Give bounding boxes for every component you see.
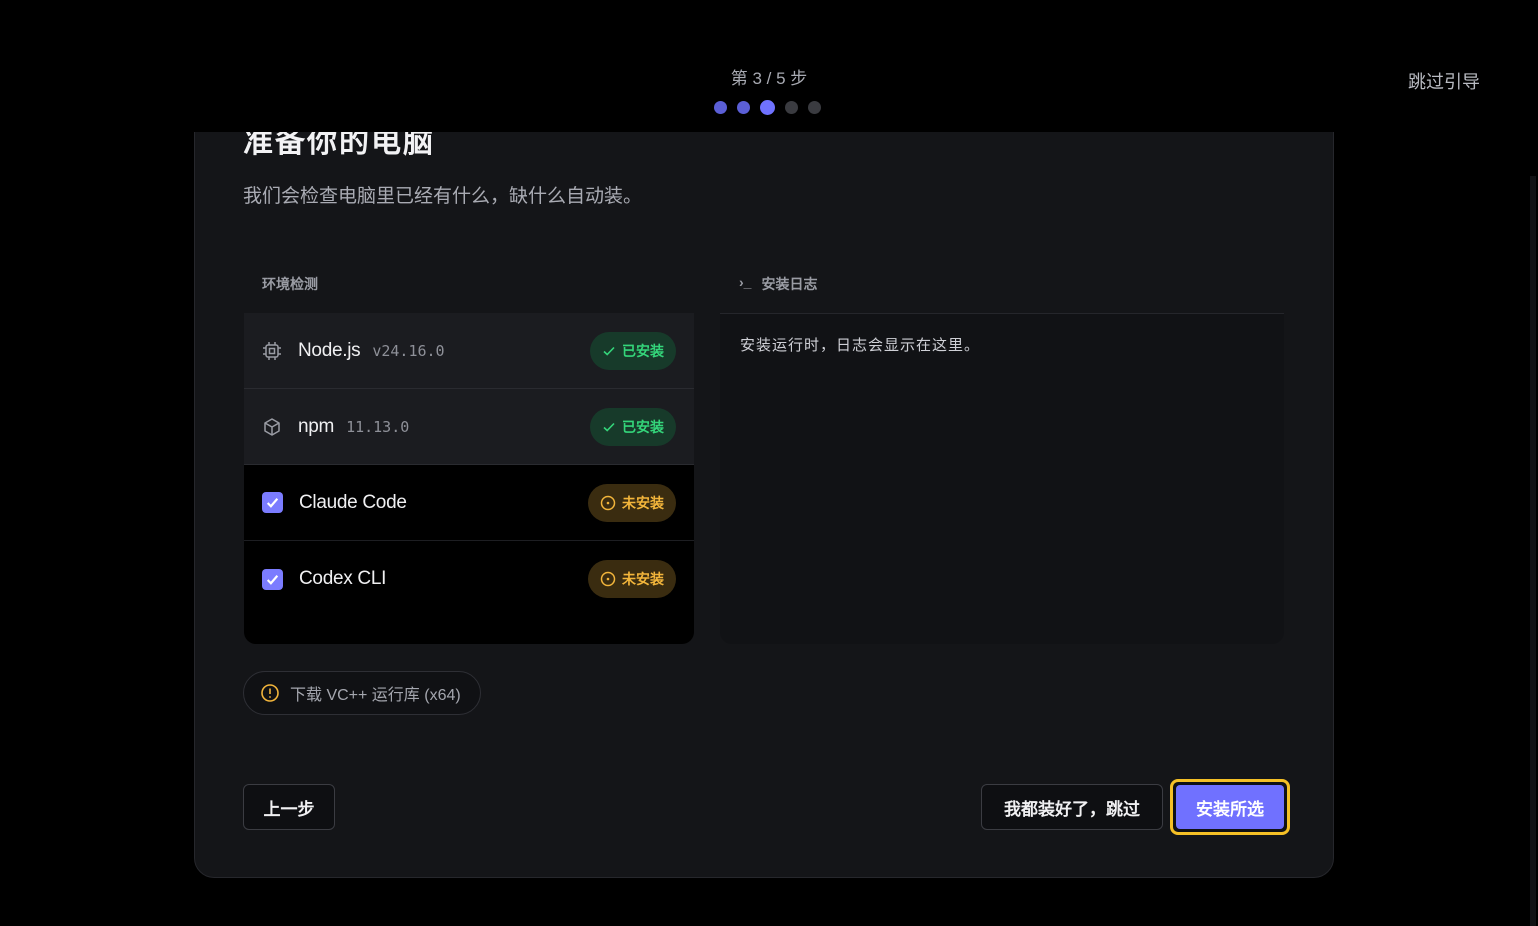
skip-guide-link[interactable]: 跳过引导 — [1408, 68, 1480, 94]
step-dot-3 — [760, 100, 775, 115]
warning-circle-icon — [261, 684, 279, 702]
env-row-nodejs: Node.js v24.16.0 已安装 — [244, 313, 694, 389]
env-version: 11.13.0 — [346, 417, 410, 436]
log-placeholder: 安装运行时，日志会显示在这里。 — [740, 337, 981, 354]
env-row-claude-code[interactable]: Claude Code 未安装 — [244, 465, 694, 541]
header: 第 3 / 5 步 跳过引导 — [0, 0, 1538, 132]
clock-dot-icon — [600, 571, 616, 587]
step-dot-1 — [714, 101, 727, 114]
chip-icon — [262, 341, 282, 361]
scrollbar[interactable] — [1530, 176, 1536, 926]
claude-code-checkbox[interactable] — [262, 492, 283, 513]
vc-label: 下载 VC++ 运行库 (x64) — [290, 687, 461, 704]
check-icon — [603, 422, 615, 432]
status-badge: 已安装 — [590, 408, 676, 446]
env-name: Claude Code — [299, 491, 407, 513]
skip-installed-button[interactable]: 我都装好了，跳过 — [981, 784, 1163, 830]
checkmark-icon — [266, 498, 279, 508]
env-row-codex-cli[interactable]: Codex CLI 未安装 — [244, 541, 694, 617]
prev-step-button[interactable]: 上一步 — [243, 784, 335, 830]
env-name: Node.js — [298, 339, 361, 361]
status-badge: 已安装 — [590, 332, 676, 370]
checkmark-icon — [266, 574, 279, 585]
env-name: npm — [298, 415, 335, 437]
status-text: 未安装 — [622, 495, 664, 511]
check-icon — [603, 346, 615, 356]
onboarding-page: 准备你的电脑 我们会检查电脑里已经有什么，缺什么自动装。 第 3 / 5 步 跳… — [0, 0, 1538, 926]
status-badge: 未安装 — [588, 484, 676, 522]
step-dot-4 — [785, 101, 798, 114]
step-dot-5 — [808, 101, 821, 114]
install-selected-button[interactable]: 安装所选 — [1170, 779, 1290, 835]
card-subtitle: 我们会检查电脑里已经有什么，缺什么自动装。 — [243, 186, 643, 207]
env-name: Codex CLI — [299, 568, 387, 589]
env-section-label: 环境检测 — [262, 276, 318, 292]
env-version: v24.16.0 — [372, 341, 445, 360]
terminal-icon: ›_ — [739, 274, 752, 290]
log-label-text: 安装日志 — [761, 276, 818, 292]
log-section-label: ›_ 安装日志 — [739, 274, 817, 294]
env-list: Node.js v24.16.0 已安装 npm 11.13.0 已安装 Cla… — [244, 313, 694, 644]
step-dots — [714, 100, 821, 115]
status-text: 已安装 — [622, 419, 664, 435]
download-vc-runtime-button[interactable]: 下载 VC++ 运行库 (x64) — [243, 671, 481, 715]
log-panel: 安装运行时，日志会显示在这里。 — [720, 314, 1284, 644]
status-text: 已安装 — [622, 343, 664, 359]
step-indicator-text: 第 3 / 5 步 — [730, 69, 808, 88]
install-selected-label: 安装所选 — [1176, 785, 1284, 829]
package-icon — [262, 417, 282, 437]
status-text: 未安装 — [622, 571, 664, 587]
env-row-npm: npm 11.13.0 已安装 — [244, 389, 694, 465]
status-badge: 未安装 — [588, 560, 676, 598]
codex-cli-checkbox[interactable] — [262, 568, 283, 590]
step-dot-2 — [737, 101, 750, 114]
clock-dot-icon — [600, 495, 616, 511]
